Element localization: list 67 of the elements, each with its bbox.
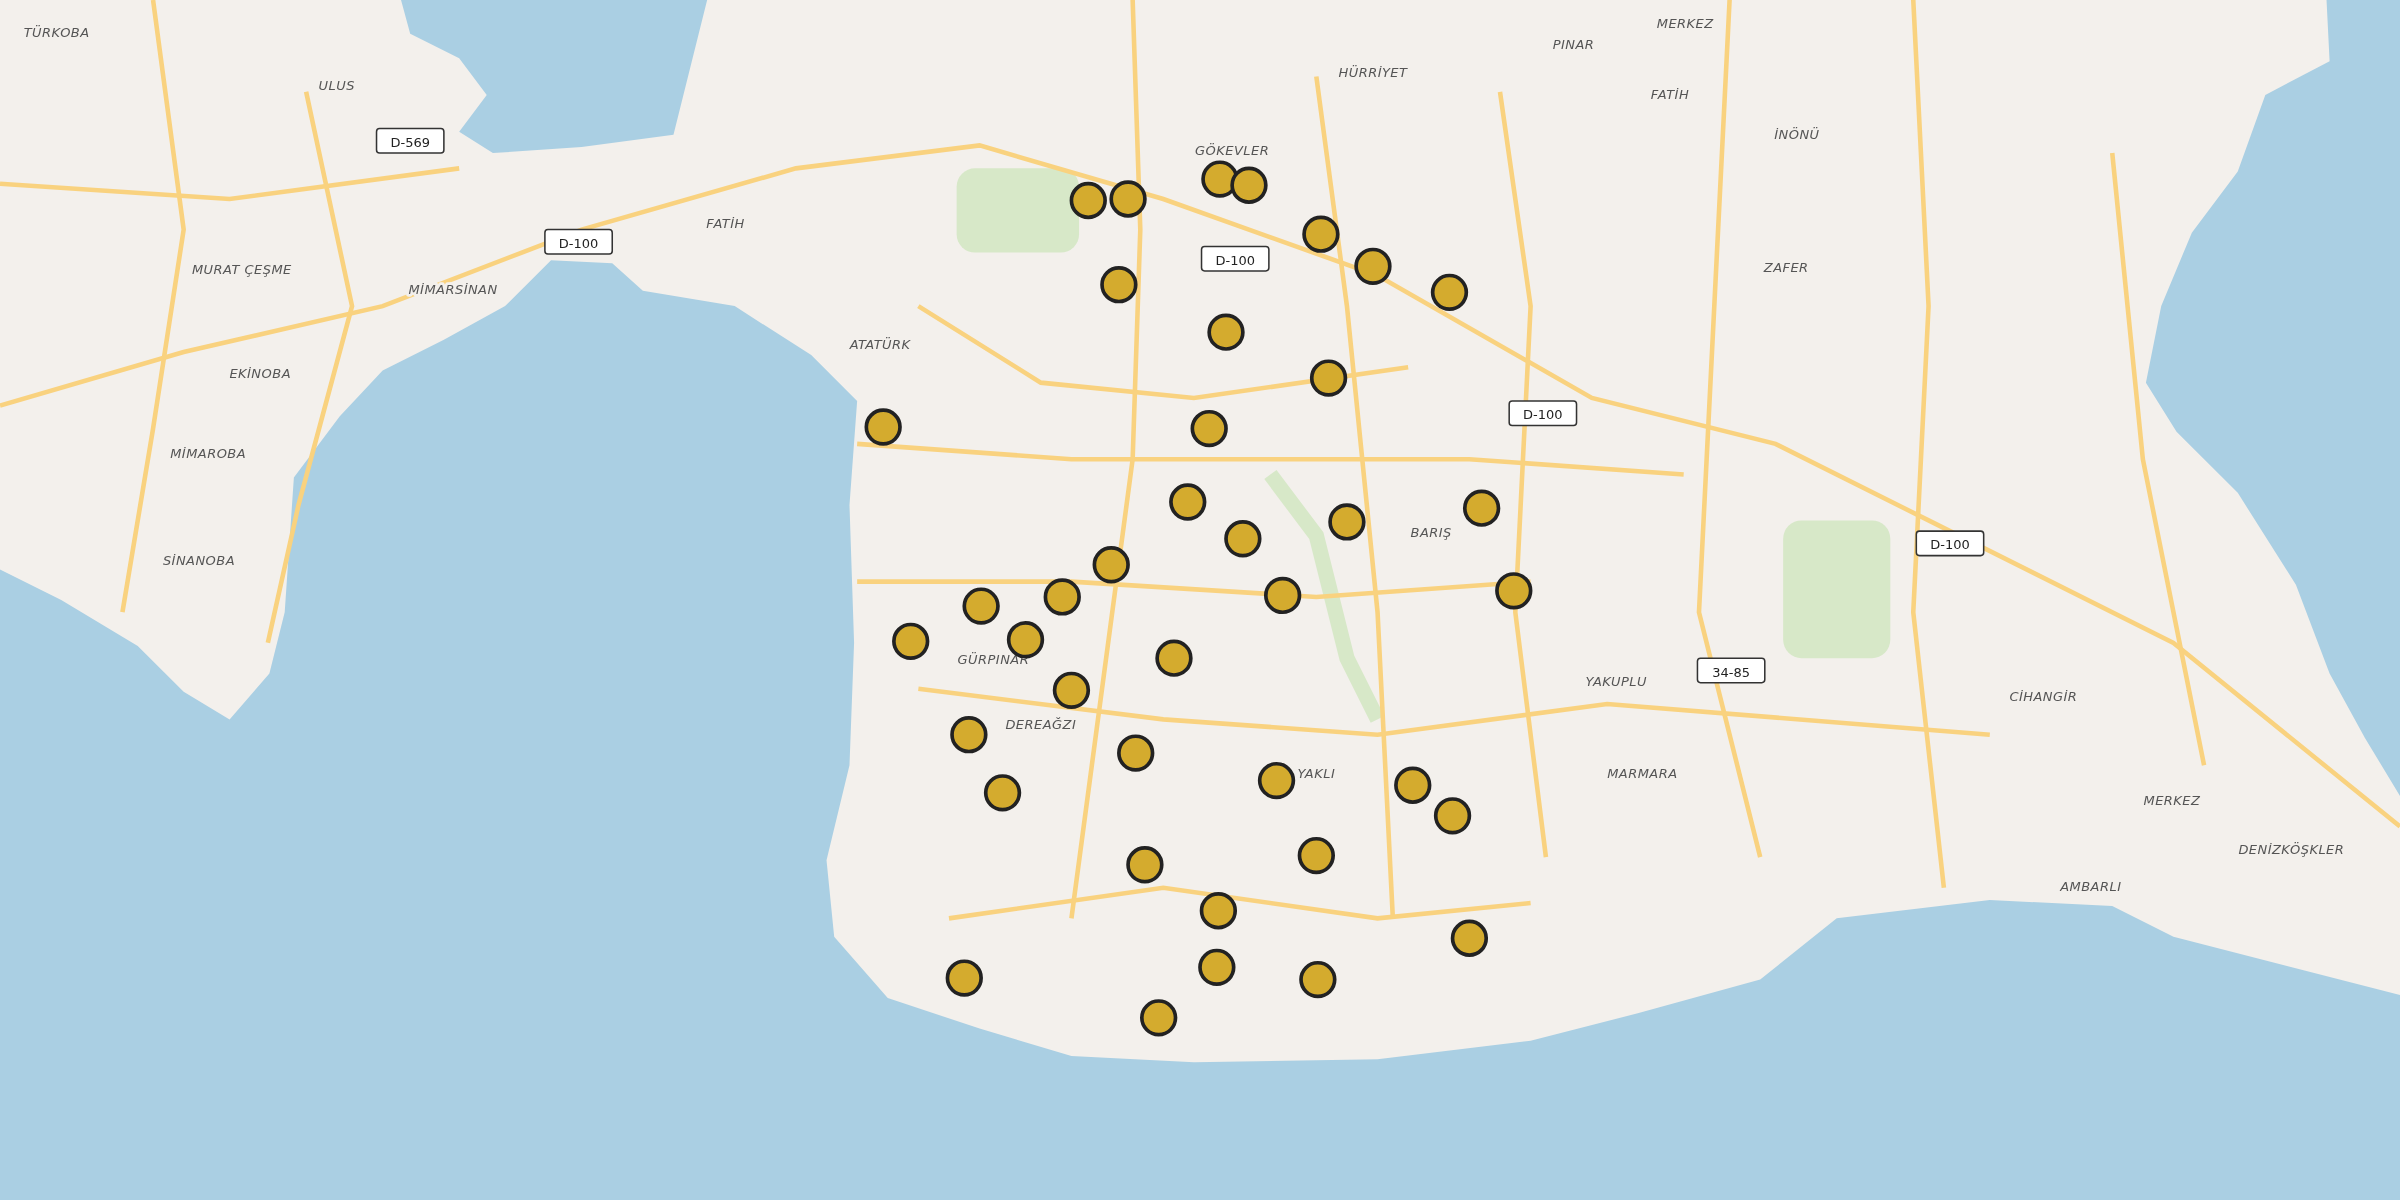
location-pin[interactable] xyxy=(1257,761,1296,800)
place-label: DEREAĞZI xyxy=(1005,716,1077,732)
road-shield: D-100 xyxy=(1915,530,1985,557)
place-label: İNÖNÜ xyxy=(1774,127,1820,143)
place-label: MERKEZ xyxy=(2143,793,2201,809)
location-pin[interactable] xyxy=(945,959,983,997)
road-shield: D-100 xyxy=(544,228,613,255)
place-label: SİNANOBA xyxy=(162,552,236,568)
location-pin[interactable] xyxy=(1198,948,1236,986)
place-label: MARMARA xyxy=(1607,765,1678,781)
place-label: FATİH xyxy=(706,216,745,232)
location-pin[interactable] xyxy=(1126,846,1164,884)
location-pin[interactable] xyxy=(1462,489,1501,527)
location-pin[interactable] xyxy=(1207,313,1245,351)
place-label: YAKUPLU xyxy=(1585,673,1648,689)
location-pin[interactable] xyxy=(950,716,988,754)
location-pin[interactable] xyxy=(1100,266,1138,304)
location-pin[interactable] xyxy=(1495,572,1533,610)
location-pin[interactable] xyxy=(1043,578,1081,616)
location-pin[interactable] xyxy=(1069,181,1107,220)
location-pin[interactable] xyxy=(1224,520,1262,558)
place-label: ATATÜRK xyxy=(849,337,911,352)
location-pin[interactable] xyxy=(1354,247,1392,285)
location-pin[interactable] xyxy=(1140,999,1178,1037)
road-shield: D-569 xyxy=(375,127,445,154)
road-shield: D-100 xyxy=(1508,400,1578,427)
location-pin[interactable] xyxy=(1299,960,1337,999)
location-pin[interactable] xyxy=(1264,576,1302,615)
road-shield: D-100 xyxy=(1200,245,1270,272)
place-label: MİMAROBA xyxy=(170,445,247,461)
place-label: MERKEZ xyxy=(1656,15,1714,31)
location-pin[interactable] xyxy=(983,774,1022,812)
location-pin[interactable] xyxy=(1155,639,1193,677)
place-label: TÜRKOBA xyxy=(23,24,90,40)
location-pin[interactable] xyxy=(864,408,902,446)
place-label: AMBARLI xyxy=(2060,878,2122,894)
location-pin[interactable] xyxy=(1450,919,1489,957)
location-pin[interactable] xyxy=(1430,273,1469,311)
road-shield: 34-85 xyxy=(1696,657,1766,684)
location-pin[interactable] xyxy=(1309,359,1348,397)
location-pin[interactable] xyxy=(1302,215,1340,253)
location-pin[interactable] xyxy=(1230,166,1268,204)
location-pin[interactable] xyxy=(1297,836,1335,875)
place-label: MURAT ÇEŞME xyxy=(191,262,292,277)
place-label: YAKLI xyxy=(1297,765,1336,781)
place-label: PINAR xyxy=(1552,37,1595,52)
location-pin[interactable] xyxy=(1109,180,1147,218)
location-pin[interactable] xyxy=(892,622,930,660)
place-label: CİHANGİR xyxy=(2009,689,2078,704)
location-pin[interactable] xyxy=(1117,734,1155,772)
place-label: FATİH xyxy=(1650,87,1690,103)
location-pin[interactable] xyxy=(1199,892,1238,930)
location-pin[interactable] xyxy=(1190,409,1228,448)
place-label: GÖKEVLER xyxy=(1195,142,1270,158)
place-label: BARIŞ xyxy=(1410,525,1452,541)
location-pin[interactable] xyxy=(1052,671,1091,709)
location-pin[interactable] xyxy=(962,587,1000,625)
place-label: ULUS xyxy=(318,78,355,94)
location-pin[interactable] xyxy=(1169,483,1207,521)
place-label: HÜRRİYET xyxy=(1338,64,1408,80)
place-label: DENİZKÖŞKLER xyxy=(2238,842,2345,858)
place-label: EKİNOBA xyxy=(229,366,291,382)
location-pin[interactable] xyxy=(1433,797,1472,835)
location-pin[interactable] xyxy=(1328,503,1366,541)
location-pin[interactable] xyxy=(1394,766,1432,804)
place-label: ZAFER xyxy=(1763,260,1809,276)
location-pin[interactable] xyxy=(1092,546,1130,584)
